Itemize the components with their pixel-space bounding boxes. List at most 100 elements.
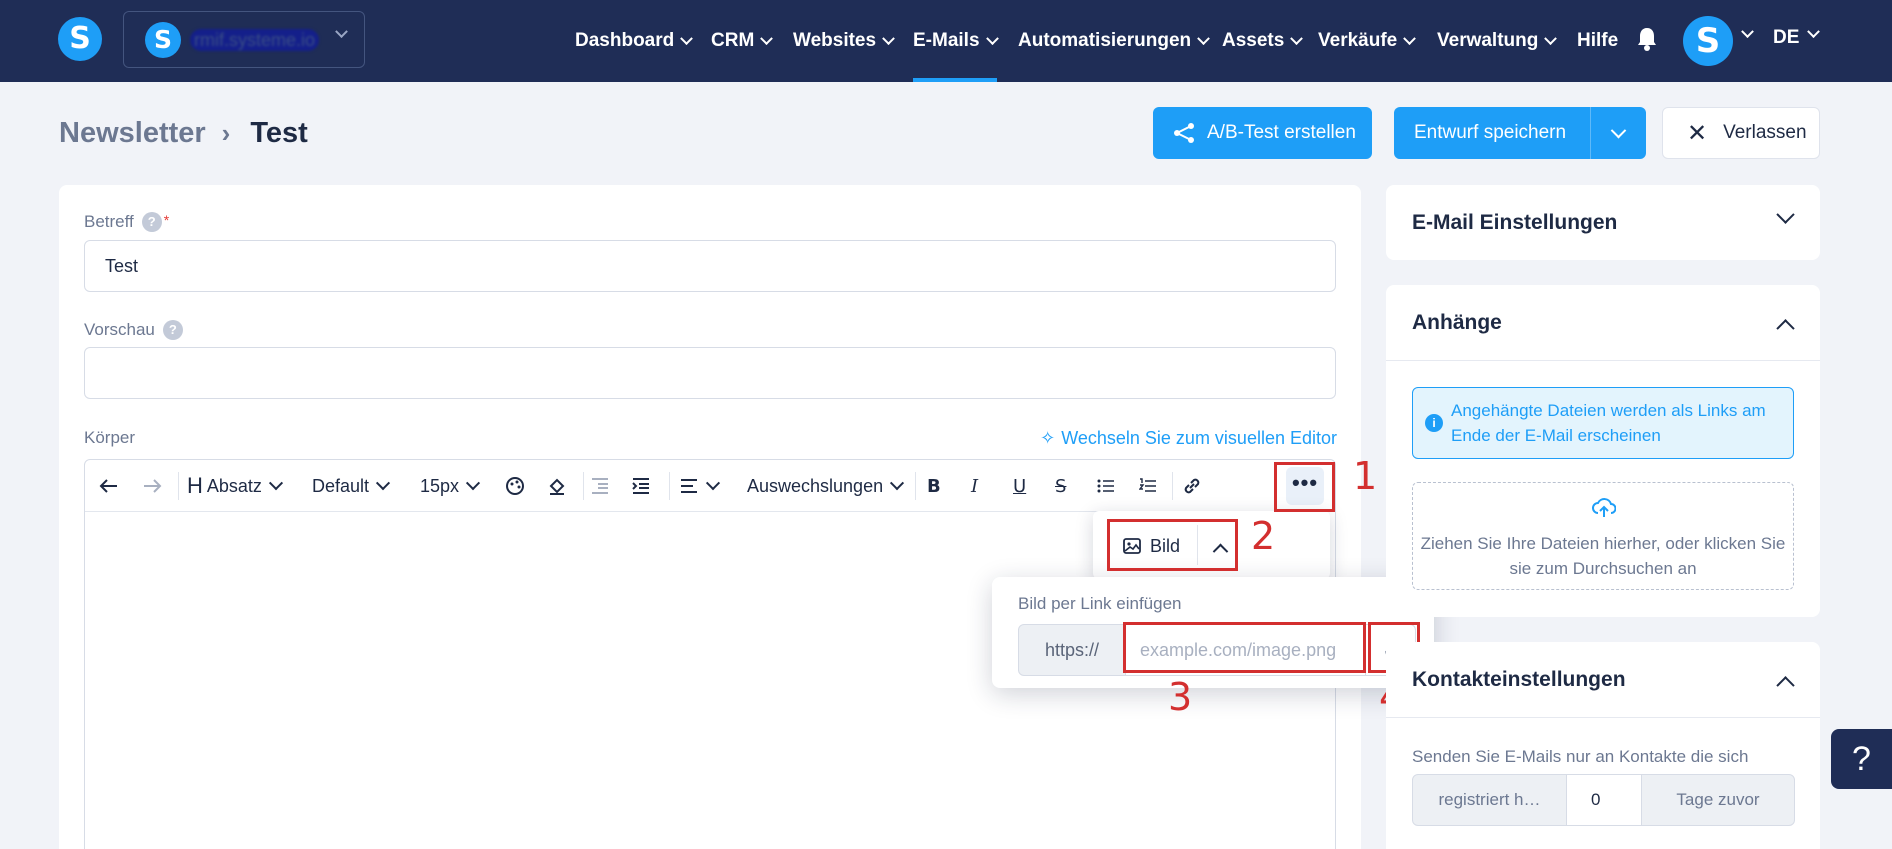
toolbar-divider: [669, 472, 670, 500]
nav-websites[interactable]: Websites: [793, 0, 895, 82]
email-settings-panel[interactable]: E-Mail Einstellungen: [1386, 185, 1820, 260]
divider: [1386, 360, 1820, 361]
toolbar-divider: [583, 472, 584, 500]
image-icon: [1123, 538, 1141, 554]
nav-help[interactable]: Hilfe: [1577, 0, 1618, 82]
workspace-switcher[interactable]: S rmif.systeme.io: [123, 11, 365, 68]
toolbar-divider: [915, 472, 916, 500]
breadcrumb-parent[interactable]: Newsletter: [59, 117, 206, 150]
attachments-title: Anhänge: [1412, 311, 1502, 334]
file-dropzone[interactable]: Ziehen Sie Ihre Dateien hierher, oder kl…: [1412, 482, 1794, 590]
attachments-info-text: Angehängte Dateien werden als Links am E…: [1451, 401, 1766, 445]
nav-assets-label: Assets: [1222, 30, 1285, 51]
breadcrumb: Newsletter › Test: [59, 117, 308, 150]
chevron-down-icon[interactable]: [1776, 205, 1795, 229]
chevron-up-icon[interactable]: [1776, 676, 1795, 695]
close-icon: ✕: [1687, 119, 1708, 147]
chevron-right-icon: ›: [221, 118, 231, 148]
bell-icon[interactable]: [1636, 26, 1658, 52]
leave-button[interactable]: ✕ Verlassen: [1662, 107, 1820, 159]
background-color-icon[interactable]: [547, 460, 567, 512]
font-dropdown-label: Default: [312, 475, 370, 496]
switch-visual-editor-link[interactable]: ✧ Wechseln Sie zum visuellen Editor: [1040, 428, 1337, 449]
strikethrough-icon[interactable]: S: [1055, 460, 1066, 512]
font-dropdown[interactable]: Default: [312, 460, 391, 512]
toolbar-divider: [1172, 472, 1173, 500]
nav-assets[interactable]: Assets: [1222, 0, 1304, 82]
nav-sales[interactable]: Verkäufe: [1318, 0, 1417, 82]
text-color-icon[interactable]: [505, 460, 525, 512]
bullet-list-icon[interactable]: [1097, 460, 1115, 512]
more-options-button[interactable]: •••: [1286, 467, 1324, 505]
email-settings-title: E-Mail Einstellungen: [1412, 211, 1618, 234]
chevron-down-icon: [1610, 122, 1627, 138]
top-navigation: S S rmif.systeme.io Dashboard CRM Websit…: [0, 0, 1892, 82]
chevron-up-icon: [1212, 543, 1228, 559]
font-size-dropdown[interactable]: 15px: [420, 460, 481, 512]
image-url-input[interactable]: [1126, 624, 1366, 676]
image-button[interactable]: Bild: [1123, 529, 1180, 563]
language-selector[interactable]: DE: [1773, 27, 1799, 49]
align-left-icon: [681, 479, 697, 493]
nav-sales-label: Verkäufe: [1318, 30, 1398, 51]
chevron-down-icon: [890, 476, 905, 491]
chevron-down-icon: [882, 31, 895, 45]
insert-image-menu: Bild: [1093, 511, 1330, 579]
ab-test-button[interactable]: A/B-Test erstellen: [1153, 107, 1372, 159]
indent-icon[interactable]: [631, 460, 651, 512]
replacements-dropdown[interactable]: Auswechslungen: [747, 460, 905, 512]
help-button[interactable]: ?: [1831, 729, 1892, 789]
save-options-dropdown[interactable]: [1590, 107, 1646, 159]
user-avatar[interactable]: S: [1683, 16, 1733, 66]
save-draft-button[interactable]: Entwurf speichern: [1394, 107, 1590, 159]
chevron-up-icon[interactable]: [1776, 319, 1795, 338]
heading-icon: H: [187, 473, 203, 498]
save-draft-label: Entwurf speichern: [1414, 122, 1567, 143]
contact-settings-title: Kontakteinstellungen: [1412, 668, 1626, 691]
bold-icon[interactable]: B: [927, 460, 941, 512]
collapse-image-menu-button[interactable]: [1205, 533, 1235, 563]
italic-icon[interactable]: I: [971, 460, 978, 512]
annotation-number-1: 1: [1353, 454, 1378, 498]
nav-administration[interactable]: Verwaltung: [1437, 0, 1558, 82]
upload-cloud-icon: [1592, 498, 1616, 517]
annotation-number-2: 2: [1251, 514, 1276, 558]
chevron-down-icon: [335, 25, 348, 39]
attachments-info: i Angehängte Dateien werden als Links am…: [1412, 387, 1794, 459]
contact-condition-select[interactable]: registriert h…: [1412, 774, 1567, 826]
dropzone-text: Ziehen Sie Ihre Dateien hierher, oder kl…: [1420, 534, 1786, 578]
nav-administration-label: Verwaltung: [1437, 30, 1539, 51]
contact-days-input[interactable]: 0: [1567, 774, 1641, 826]
preview-input[interactable]: [84, 347, 1336, 399]
preview-label-text: Vorschau: [84, 320, 155, 339]
heading-dropdown[interactable]: H Absatz: [187, 460, 283, 512]
app-logo[interactable]: S: [58, 17, 102, 61]
url-prefix: https://: [1018, 624, 1126, 676]
required-marker: *: [163, 212, 170, 228]
nav-automations[interactable]: Automatisierungen: [1018, 0, 1210, 82]
help-icon[interactable]: ?: [141, 212, 162, 232]
subject-input[interactable]: Test: [84, 240, 1336, 292]
attachments-panel: Anhänge i Angehängte Dateien werden als …: [1386, 285, 1820, 617]
link-icon[interactable]: [1182, 460, 1202, 512]
outdent-icon[interactable]: [590, 460, 610, 512]
align-dropdown[interactable]: [679, 460, 721, 512]
numbered-list-icon[interactable]: [1139, 460, 1157, 512]
image-link-popover: Bild per Link einfügen https:// ✓: [992, 577, 1434, 688]
underline-icon[interactable]: U: [1013, 460, 1026, 512]
body-label: Körper: [84, 428, 136, 447]
chevron-down-icon[interactable]: [1741, 25, 1754, 39]
undo-icon[interactable]: [99, 460, 119, 512]
chevron-down-icon: [1544, 31, 1558, 45]
nav-emails[interactable]: E-Mails: [913, 0, 999, 82]
contact-filter-row: registriert h… 0 Tage zuvor: [1412, 774, 1795, 826]
workspace-logo: S: [145, 22, 181, 58]
subject-label-text: Betreff: [84, 212, 134, 231]
redo-icon[interactable]: [142, 460, 162, 512]
nav-crm[interactable]: CRM: [711, 0, 774, 82]
chevron-down-icon[interactable]: [1807, 25, 1820, 39]
workspace-name: rmif.systeme.io: [190, 29, 320, 51]
chevron-down-icon: [1403, 31, 1417, 45]
nav-dashboard[interactable]: Dashboard: [575, 0, 694, 82]
help-icon[interactable]: ?: [162, 320, 183, 340]
